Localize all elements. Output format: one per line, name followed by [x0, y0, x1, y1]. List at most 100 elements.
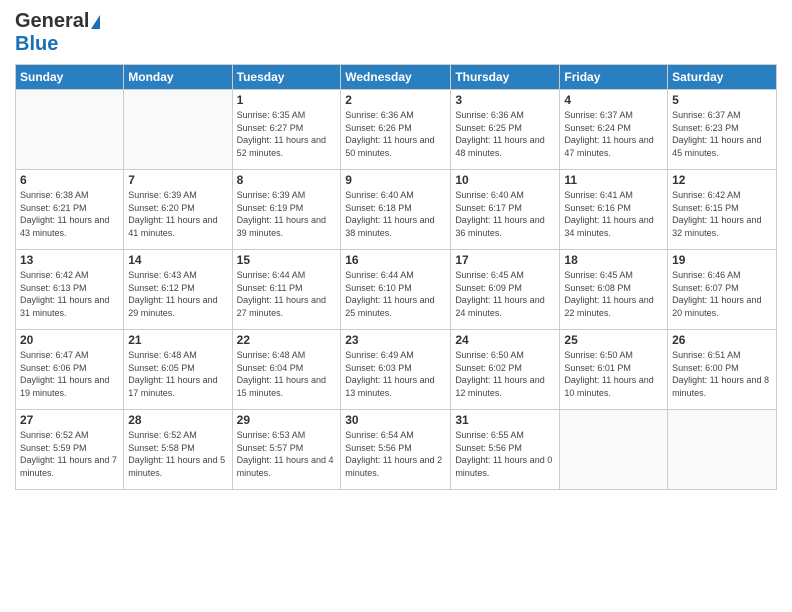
day-cell: 6 Sunrise: 6:38 AM Sunset: 6:21 PM Daylig… [16, 170, 124, 250]
day-cell: 25 Sunrise: 6:50 AM Sunset: 6:01 PM Dayli… [560, 330, 668, 410]
day-cell [16, 90, 124, 170]
day-number: 31 [455, 413, 555, 427]
day-number: 11 [564, 173, 663, 187]
day-info: Sunrise: 6:42 AM Sunset: 6:15 PM Dayligh… [672, 189, 772, 239]
day-cell: 18 Sunrise: 6:45 AM Sunset: 6:08 PM Dayli… [560, 250, 668, 330]
day-cell: 14 Sunrise: 6:43 AM Sunset: 6:12 PM Dayli… [124, 250, 232, 330]
day-info: Sunrise: 6:39 AM Sunset: 6:19 PM Dayligh… [237, 189, 337, 239]
week-row-2: 13Sunrise: 6:42 AM Sunset: 6:13 PM Dayli… [16, 250, 777, 330]
day-info: Sunrise: 6:52 AM Sunset: 5:58 PM Dayligh… [128, 429, 227, 479]
day-info: Sunrise: 6:46 AM Sunset: 6:07 PM Dayligh… [672, 269, 772, 319]
day-number: 25 [564, 333, 663, 347]
day-number: 2 [345, 93, 446, 107]
day-cell: 29 Sunrise: 6:53 AM Sunset: 5:57 PM Dayli… [232, 410, 341, 490]
day-info: Sunrise: 6:44 AM Sunset: 6:11 PM Dayligh… [237, 269, 337, 319]
day-info: Sunrise: 6:36 AM Sunset: 6:25 PM Dayligh… [455, 109, 555, 159]
day-number: 6 [20, 173, 119, 187]
week-row-0: 1 Sunrise: 6:35 AM Sunset: 6:27 PM Daylig… [16, 90, 777, 170]
day-info: Sunrise: 6:52 AM Sunset: 5:59 PM Dayligh… [20, 429, 119, 479]
day-cell: 28 Sunrise: 6:52 AM Sunset: 5:58 PM Dayli… [124, 410, 232, 490]
weekday-header-wednesday: Wednesday [341, 65, 451, 90]
week-row-3: 20Sunrise: 6:47 AM Sunset: 6:06 PM Dayli… [16, 330, 777, 410]
weekday-header-row: SundayMondayTuesdayWednesdayThursdayFrid… [16, 65, 777, 90]
day-cell: 12 Sunrise: 6:42 AM Sunset: 6:15 PM Dayli… [668, 170, 777, 250]
day-info: Sunrise: 6:36 AM Sunset: 6:26 PM Dayligh… [345, 109, 446, 159]
day-info: Sunrise: 6:53 AM Sunset: 5:57 PM Dayligh… [237, 429, 337, 479]
day-cell: 2 Sunrise: 6:36 AM Sunset: 6:26 PM Daylig… [341, 90, 451, 170]
day-cell: 31 Sunrise: 6:55 AM Sunset: 5:56 PM Dayli… [451, 410, 560, 490]
day-number: 27 [20, 413, 119, 427]
day-cell: 27 Sunrise: 6:52 AM Sunset: 5:59 PM Dayli… [16, 410, 124, 490]
day-cell: 26 Sunrise: 6:51 AM Sunset: 6:00 PM Dayli… [668, 330, 777, 410]
day-info: Sunrise: 6:49 AM Sunset: 6:03 PM Dayligh… [345, 349, 446, 399]
day-cell: 9Sunrise: 6:40 AM Sunset: 6:18 PM Daylig… [341, 170, 451, 250]
day-info: Sunrise: 6:50 AM Sunset: 6:01 PM Dayligh… [564, 349, 663, 399]
day-number: 7 [128, 173, 227, 187]
day-number: 8 [237, 173, 337, 187]
day-info: Sunrise: 6:50 AM Sunset: 6:02 PM Dayligh… [455, 349, 555, 399]
day-cell: 16Sunrise: 6:44 AM Sunset: 6:10 PM Dayli… [341, 250, 451, 330]
day-info: Sunrise: 6:51 AM Sunset: 6:00 PM Dayligh… [672, 349, 772, 399]
week-row-4: 27 Sunrise: 6:52 AM Sunset: 5:59 PM Dayli… [16, 410, 777, 490]
day-number: 14 [128, 253, 227, 267]
day-number: 20 [20, 333, 119, 347]
day-number: 1 [237, 93, 337, 107]
day-info: Sunrise: 6:54 AM Sunset: 5:56 PM Dayligh… [345, 429, 446, 479]
day-info: Sunrise: 6:37 AM Sunset: 6:23 PM Dayligh… [672, 109, 772, 159]
day-cell: 5 Sunrise: 6:37 AM Sunset: 6:23 PM Daylig… [668, 90, 777, 170]
header: General Blue [15, 10, 777, 56]
weekday-header-tuesday: Tuesday [232, 65, 341, 90]
day-info: Sunrise: 6:45 AM Sunset: 6:09 PM Dayligh… [455, 269, 555, 319]
day-number: 30 [345, 413, 446, 427]
day-number: 15 [237, 253, 337, 267]
day-cell [668, 410, 777, 490]
weekday-header-saturday: Saturday [668, 65, 777, 90]
day-cell: 13Sunrise: 6:42 AM Sunset: 6:13 PM Dayli… [16, 250, 124, 330]
day-info: Sunrise: 6:48 AM Sunset: 6:05 PM Dayligh… [128, 349, 227, 399]
day-info: Sunrise: 6:35 AM Sunset: 6:27 PM Dayligh… [237, 109, 337, 159]
day-number: 12 [672, 173, 772, 187]
day-cell: 3Sunrise: 6:36 AM Sunset: 6:25 PM Daylig… [451, 90, 560, 170]
day-cell: 23 Sunrise: 6:49 AM Sunset: 6:03 PM Dayli… [341, 330, 451, 410]
day-number: 10 [455, 173, 555, 187]
day-cell: 17 Sunrise: 6:45 AM Sunset: 6:09 PM Dayli… [451, 250, 560, 330]
day-info: Sunrise: 6:40 AM Sunset: 6:17 PM Dayligh… [455, 189, 555, 239]
day-number: 28 [128, 413, 227, 427]
weekday-header-friday: Friday [560, 65, 668, 90]
weekday-header-sunday: Sunday [16, 65, 124, 90]
day-number: 24 [455, 333, 555, 347]
day-cell: 1 Sunrise: 6:35 AM Sunset: 6:27 PM Daylig… [232, 90, 341, 170]
weekday-header-thursday: Thursday [451, 65, 560, 90]
day-cell: 7 Sunrise: 6:39 AM Sunset: 6:20 PM Daylig… [124, 170, 232, 250]
day-cell [560, 410, 668, 490]
day-cell: 24 Sunrise: 6:50 AM Sunset: 6:02 PM Dayli… [451, 330, 560, 410]
logo-triangle-icon [91, 15, 100, 29]
day-number: 13 [20, 253, 119, 267]
day-info: Sunrise: 6:37 AM Sunset: 6:24 PM Dayligh… [564, 109, 663, 159]
day-number: 17 [455, 253, 555, 267]
day-info: Sunrise: 6:39 AM Sunset: 6:20 PM Dayligh… [128, 189, 227, 239]
day-cell: 19 Sunrise: 6:46 AM Sunset: 6:07 PM Dayli… [668, 250, 777, 330]
day-number: 9 [345, 173, 446, 187]
day-cell: 15 Sunrise: 6:44 AM Sunset: 6:11 PM Dayli… [232, 250, 341, 330]
day-number: 21 [128, 333, 227, 347]
day-number: 19 [672, 253, 772, 267]
day-info: Sunrise: 6:43 AM Sunset: 6:12 PM Dayligh… [128, 269, 227, 319]
day-info: Sunrise: 6:48 AM Sunset: 6:04 PM Dayligh… [237, 349, 337, 399]
day-info: Sunrise: 6:44 AM Sunset: 6:10 PM Dayligh… [345, 269, 446, 319]
logo-general-text: General [15, 10, 89, 33]
day-cell [124, 90, 232, 170]
day-info: Sunrise: 6:38 AM Sunset: 6:21 PM Dayligh… [20, 189, 119, 239]
day-number: 22 [237, 333, 337, 347]
day-cell: 11Sunrise: 6:41 AM Sunset: 6:16 PM Dayli… [560, 170, 668, 250]
day-info: Sunrise: 6:55 AM Sunset: 5:56 PM Dayligh… [455, 429, 555, 479]
day-cell: 30 Sunrise: 6:54 AM Sunset: 5:56 PM Dayli… [341, 410, 451, 490]
day-cell: 21 Sunrise: 6:48 AM Sunset: 6:05 PM Dayli… [124, 330, 232, 410]
day-number: 23 [345, 333, 446, 347]
day-number: 5 [672, 93, 772, 107]
day-number: 29 [237, 413, 337, 427]
day-info: Sunrise: 6:45 AM Sunset: 6:08 PM Dayligh… [564, 269, 663, 319]
day-cell: 8 Sunrise: 6:39 AM Sunset: 6:19 PM Daylig… [232, 170, 341, 250]
day-number: 18 [564, 253, 663, 267]
day-number: 26 [672, 333, 772, 347]
